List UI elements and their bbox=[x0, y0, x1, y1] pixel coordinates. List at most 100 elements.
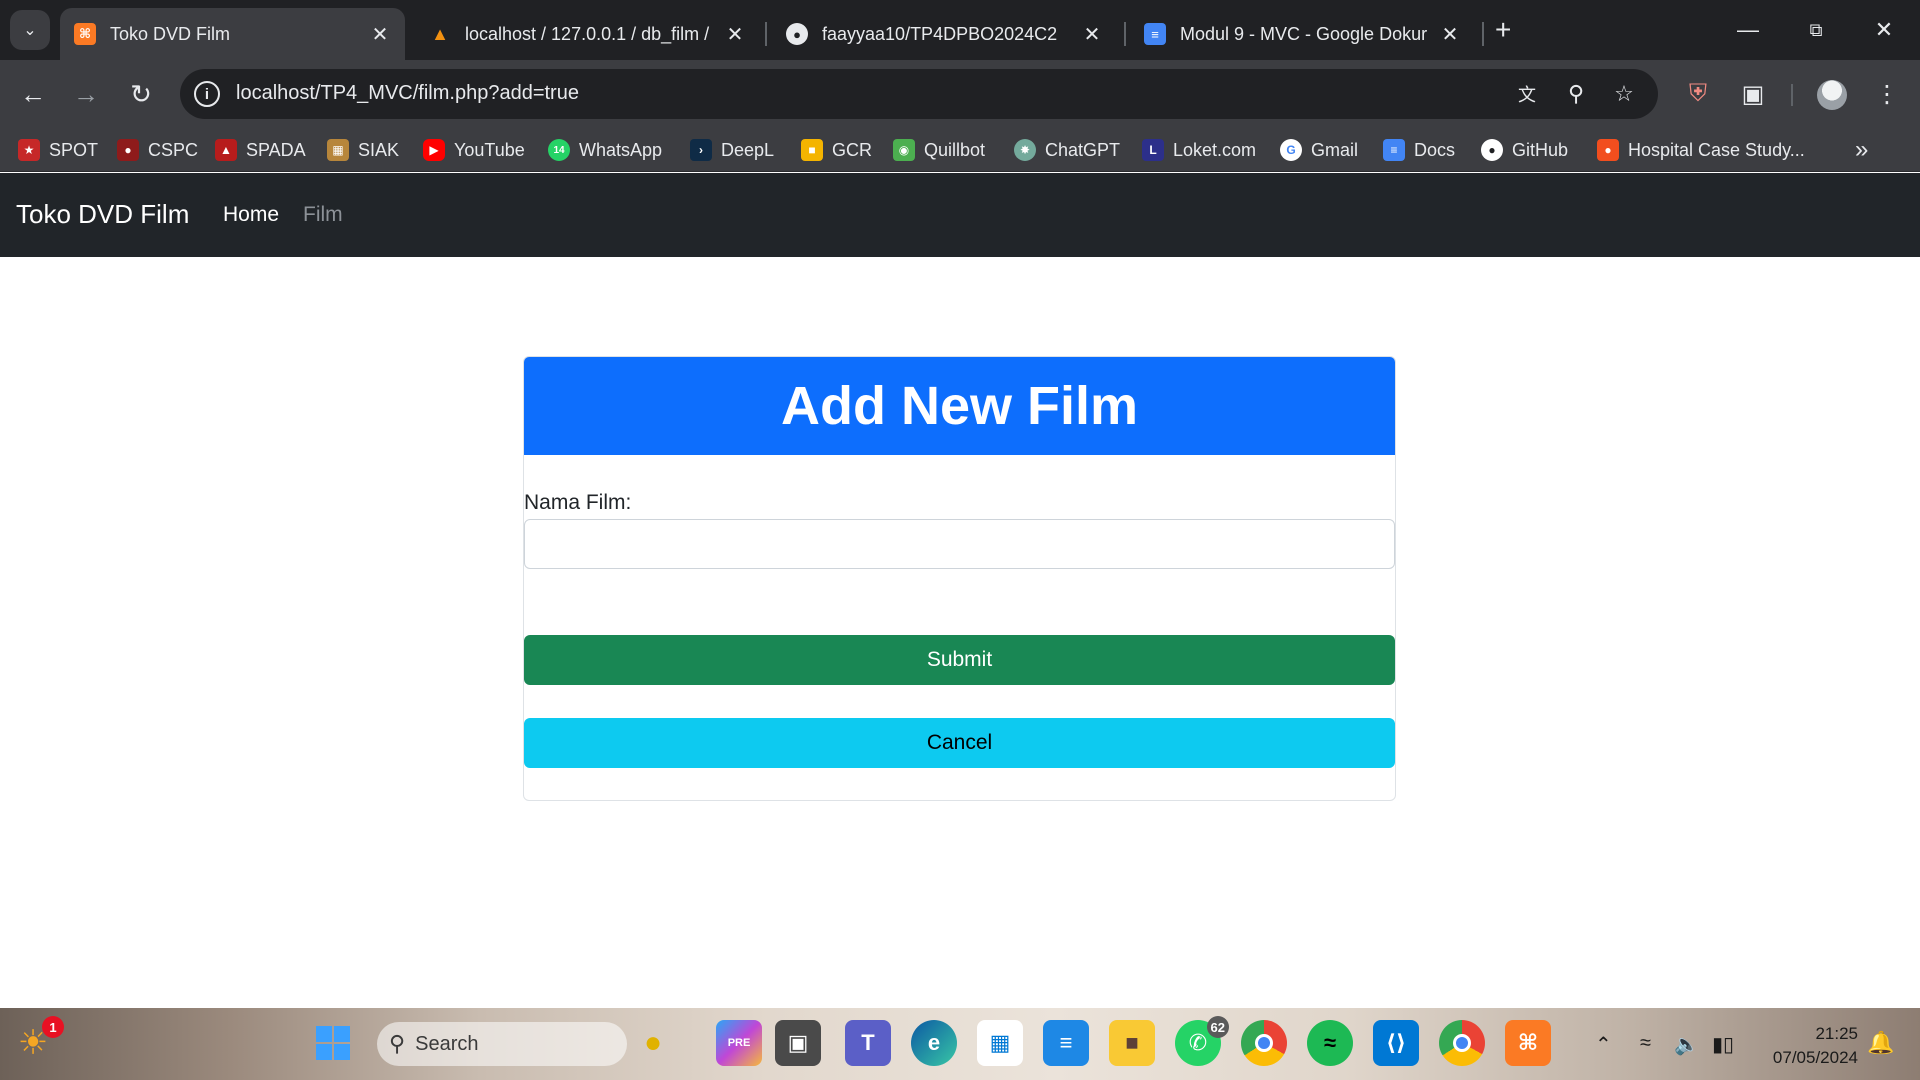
whatsapp-icon[interactable]: ✆ 62 bbox=[1175, 1016, 1229, 1066]
spada-icon: ▲ bbox=[215, 139, 237, 161]
address-bar[interactable]: i localhost/TP4_MVC/film.php?add=true 文 … bbox=[180, 69, 1658, 119]
youtube-icon: ▶ bbox=[423, 139, 445, 161]
close-tab-icon[interactable]: ✕ bbox=[1439, 22, 1461, 47]
show-hidden-icons-chevron-icon[interactable]: ⌃ bbox=[1595, 1032, 1612, 1057]
windows-start-icon[interactable] bbox=[310, 1020, 356, 1066]
zoom-magnifier-icon[interactable]: ⚲ bbox=[1561, 79, 1591, 109]
bookmark-gmail[interactable]: G Gmail bbox=[1280, 137, 1358, 163]
bookmark-gcr[interactable]: ■ GCR bbox=[801, 137, 872, 163]
chrome-profile-icon[interactable] bbox=[1439, 1020, 1485, 1066]
volume-icon[interactable]: 🔈 bbox=[1674, 1032, 1699, 1057]
edge-icon[interactable]: e bbox=[911, 1020, 957, 1066]
whatsapp-icon: 14 bbox=[548, 139, 570, 161]
vscode-icon[interactable]: ⟨⟩ bbox=[1373, 1020, 1419, 1066]
bookmark-label: GitHub bbox=[1512, 139, 1569, 160]
phpmyadmin-icon: ▲ bbox=[431, 23, 449, 44]
tab-toko-dvd-film[interactable]: ⌘ Toko DVD Film ✕ bbox=[60, 8, 405, 60]
bookmark-siak[interactable]: ▦ SIAK bbox=[327, 137, 399, 163]
task-view-icon[interactable]: ▣ bbox=[775, 1020, 821, 1066]
navbar-brand[interactable]: Toko DVD Film bbox=[16, 199, 189, 230]
bookmark-quillbot[interactable]: ◉ Quillbot bbox=[893, 137, 985, 163]
bookmark-spada[interactable]: ▲ SPADA bbox=[215, 137, 306, 163]
bookmark-deepl[interactable]: › DeepL bbox=[690, 137, 774, 163]
bookmark-hospital-case-study[interactable]: ● Hospital Case Study... bbox=[1597, 137, 1805, 163]
bookmark-star-icon[interactable]: ☆ bbox=[1609, 79, 1639, 109]
menu-kebab-icon[interactable]: ⋮ bbox=[1867, 74, 1907, 114]
minimize-icon[interactable]: — bbox=[1718, 8, 1778, 52]
nav-link-film[interactable]: Film bbox=[303, 203, 343, 227]
battery-icon[interactable]: ▮▯ bbox=[1712, 1032, 1734, 1057]
tab-phpmyadmin[interactable]: ▲ localhost / 127.0.0.1 / db_film / ✕ bbox=[415, 8, 760, 60]
close-tab-icon[interactable]: ✕ bbox=[724, 22, 746, 47]
chrome-icon[interactable] bbox=[1241, 1020, 1287, 1066]
more-bookmarks-chevron-icon[interactable]: » bbox=[1855, 136, 1868, 164]
profile-avatar[interactable] bbox=[1817, 80, 1847, 110]
bookmark-loket[interactable]: L Loket.com bbox=[1142, 137, 1256, 163]
system-clock[interactable]: 21:25 07/05/2024 bbox=[1750, 1022, 1858, 1070]
duck-widget-icon[interactable]: ● bbox=[630, 1020, 676, 1066]
notepad-icon[interactable]: ≡ bbox=[1043, 1020, 1089, 1066]
search-placeholder: Search bbox=[415, 1032, 479, 1055]
bookmark-docs[interactable]: ≡ Docs bbox=[1383, 137, 1455, 163]
bookmark-cspc[interactable]: ● CSPC bbox=[117, 137, 198, 163]
github-icon: ● bbox=[786, 23, 808, 45]
figma-icon: ● bbox=[1597, 139, 1619, 161]
bookmarks-bar: ★ SPOT ● CSPC ▲ SPADA ▦ SIAK ▶ YouTube 14 What… bbox=[0, 128, 1920, 172]
chatgpt-icon: ✸ bbox=[1014, 139, 1036, 161]
xampp-icon[interactable]: ⌘ bbox=[1505, 1020, 1551, 1066]
bookmark-label: SPOT bbox=[49, 139, 99, 160]
bookmark-github[interactable]: ● GitHub bbox=[1481, 137, 1568, 163]
bookmark-youtube[interactable]: ▶ YouTube bbox=[423, 137, 525, 163]
microsoft-store-icon[interactable]: ▦ bbox=[977, 1020, 1023, 1066]
forward-arrow-icon[interactable]: → bbox=[66, 74, 106, 114]
close-tab-icon[interactable]: ✕ bbox=[369, 22, 391, 47]
url-text[interactable]: localhost/TP4_MVC/film.php?add=true bbox=[236, 82, 579, 105]
reload-icon[interactable]: ↻ bbox=[121, 74, 161, 114]
bookmark-whatsapp[interactable]: 14 WhatsApp bbox=[548, 137, 662, 163]
tab-google-docs[interactable]: ≡ Modul 9 - MVC - Google Dokur ✕ bbox=[1130, 8, 1475, 60]
taskbar-search[interactable]: ⚲ Search bbox=[377, 1022, 627, 1066]
copilot-preview-icon[interactable]: PRE bbox=[716, 1020, 762, 1066]
translate-icon[interactable]: 文 bbox=[1512, 79, 1542, 109]
wifi-icon[interactable]: ≈ bbox=[1640, 1032, 1651, 1055]
back-arrow-icon[interactable]: ← bbox=[13, 74, 53, 114]
bookmark-spot[interactable]: ★ SPOT bbox=[18, 137, 98, 163]
nav-link-home[interactable]: Home bbox=[223, 203, 279, 227]
windows-taskbar: ☀ 1 ⚲ Search ● PRE ▣ T e ▦ ≡ ■ ✆ 62 ≈ ⟨⟩ ⌘ … bbox=[0, 1008, 1920, 1080]
cancel-button[interactable]: Cancel bbox=[524, 718, 1395, 768]
new-tab-plus-icon[interactable]: + bbox=[1495, 12, 1511, 48]
browser-toolbar: ← → ↻ i localhost/TP4_MVC/film.php?add=t… bbox=[0, 60, 1920, 128]
bookmark-label: GCR bbox=[832, 139, 872, 160]
search-icon: ⚲ bbox=[389, 1031, 406, 1056]
shield-extension-icon[interactable]: ⛨ bbox=[1678, 74, 1718, 114]
tab-search-chevron-down-icon[interactable]: ⌄ bbox=[10, 10, 50, 50]
tab-github[interactable]: ● faayyaa10/TP4DPBO2024C2 ✕ bbox=[772, 8, 1117, 60]
teams-icon[interactable]: T bbox=[845, 1020, 891, 1066]
spotify-icon[interactable]: ≈ bbox=[1307, 1020, 1353, 1066]
github-icon: ● bbox=[1481, 139, 1503, 161]
restore-icon[interactable]: ⧉ bbox=[1786, 8, 1846, 52]
bookmark-label: WhatsApp bbox=[579, 139, 663, 160]
site-navbar: Toko DVD Film Home Film bbox=[0, 173, 1920, 257]
weather-icon[interactable]: ☀ 1 bbox=[10, 1016, 64, 1066]
bookmark-label: Hospital Case Study... bbox=[1628, 139, 1805, 160]
file-explorer-icon[interactable]: ■ bbox=[1109, 1020, 1155, 1066]
bookmark-label: YouTube bbox=[454, 139, 525, 160]
cspc-icon: ● bbox=[117, 139, 139, 161]
bookmark-chatgpt[interactable]: ✸ ChatGPT bbox=[1014, 137, 1120, 163]
bookmark-label: Loket.com bbox=[1173, 139, 1257, 160]
google-icon: G bbox=[1280, 139, 1302, 161]
notification-bell-icon[interactable]: 🔔 bbox=[1867, 1030, 1894, 1056]
tab-title: localhost / 127.0.0.1 / db_film / bbox=[465, 23, 710, 44]
close-window-icon[interactable]: ✕ bbox=[1854, 8, 1914, 52]
tab-separator bbox=[1124, 22, 1126, 46]
nama-film-input[interactable] bbox=[524, 519, 1395, 569]
close-tab-icon[interactable]: ✕ bbox=[1081, 22, 1103, 47]
spot-icon: ★ bbox=[18, 139, 40, 161]
extensions-puzzle-icon[interactable]: ▣ bbox=[1733, 74, 1773, 114]
site-info-icon[interactable]: i bbox=[194, 81, 220, 107]
bookmark-label: Gmail bbox=[1311, 139, 1359, 160]
submit-button[interactable]: Submit bbox=[524, 635, 1395, 685]
toolbar-separator bbox=[1791, 84, 1793, 106]
bookmark-label: CSPC bbox=[148, 139, 199, 160]
